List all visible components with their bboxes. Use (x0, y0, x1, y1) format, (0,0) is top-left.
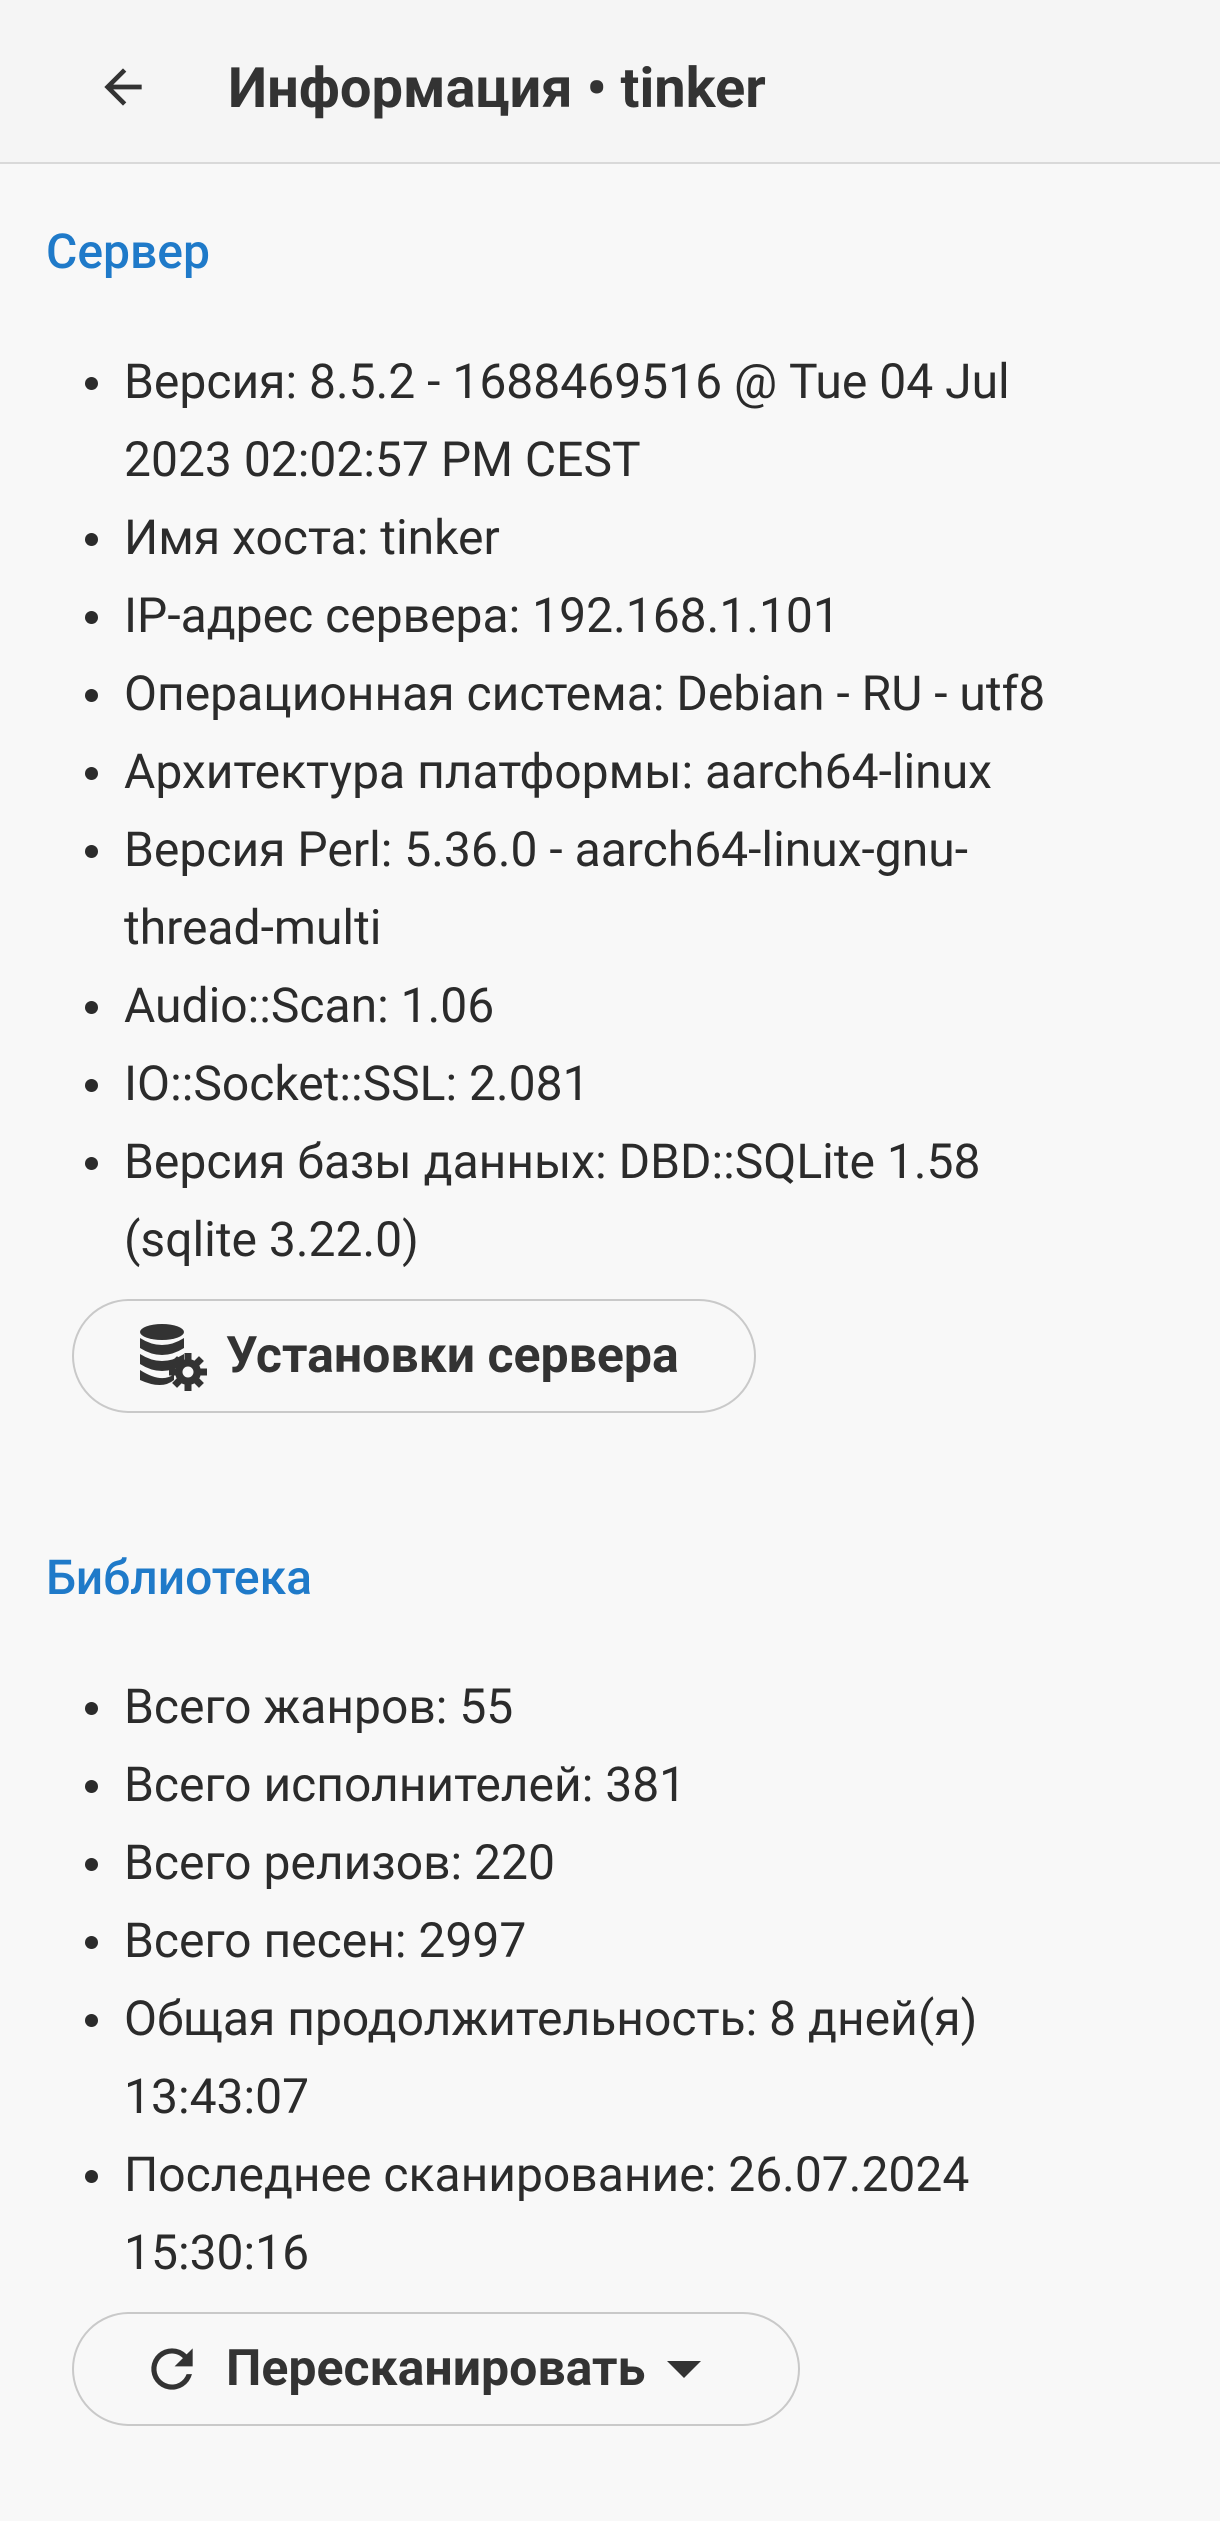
library-info-list: Всего жанров: 55 Всего исполнителей: 381… (0, 1668, 1096, 2292)
chevron-down-icon[interactable] (667, 2360, 702, 2378)
server-info-list: Версия: 8.5.2 - 1688469516 @ Tue 04 Jul … (0, 343, 1096, 1279)
refresh-icon (134, 2331, 210, 2407)
database-version-item: Версия базы данных: DBD::SQLite 1.58 (sq… (85, 1123, 1096, 1279)
last-scan-item: Последнее сканирование: 26.07.2024 15:30… (85, 2136, 1096, 2292)
perl-version-item: Версия Perl: 5.36.0 - aarch64-linux-gnu-… (85, 811, 1096, 967)
audio-scan-item: Audio::Scan: 1.06 (85, 967, 1096, 1045)
total-releases-item: Всего релизов: 220 (85, 1824, 1096, 1902)
platform-arch-item: Архитектура платформы: aarch64-linux (85, 733, 1096, 811)
total-genres-item: Всего жанров: 55 (85, 1668, 1096, 1746)
total-duration-item: Общая продолжительность: 8 дней(я) 13:43… (85, 1980, 1096, 2136)
server-version-item: Версия: 8.5.2 - 1688469516 @ Tue 04 Jul … (85, 343, 1096, 499)
os-item: Операционная система: Debian - RU - utf8 (85, 655, 1096, 733)
back-button[interactable] (80, 44, 166, 130)
page-title: Информация • tinker (228, 55, 766, 121)
rescan-label: Пересканировать (226, 2340, 646, 2398)
rescan-button[interactable]: Пересканировать (72, 2312, 800, 2426)
total-artists-item: Всего исполнителей: 381 (85, 1746, 1096, 1824)
hostname-item: Имя хоста: tinker (85, 499, 1096, 577)
server-settings-label: Установки сервера (226, 1327, 679, 1385)
library-section-title: Библиотека (46, 1549, 313, 1606)
arrow-left-icon (104, 68, 142, 106)
server-ip-item: IP-адрес сервера: 192.168.1.101 (85, 577, 1096, 655)
server-settings-button[interactable]: Установки сервера (72, 1299, 756, 1413)
server-section-title: Сервер (46, 223, 210, 280)
io-socket-ssl-item: IO::Socket::SSL: 2.081 (85, 1045, 1096, 1123)
database-gear-icon (134, 1318, 210, 1394)
app-bar: Информация • tinker (0, 0, 1220, 164)
total-songs-item: Всего песен: 2997 (85, 1902, 1096, 1980)
